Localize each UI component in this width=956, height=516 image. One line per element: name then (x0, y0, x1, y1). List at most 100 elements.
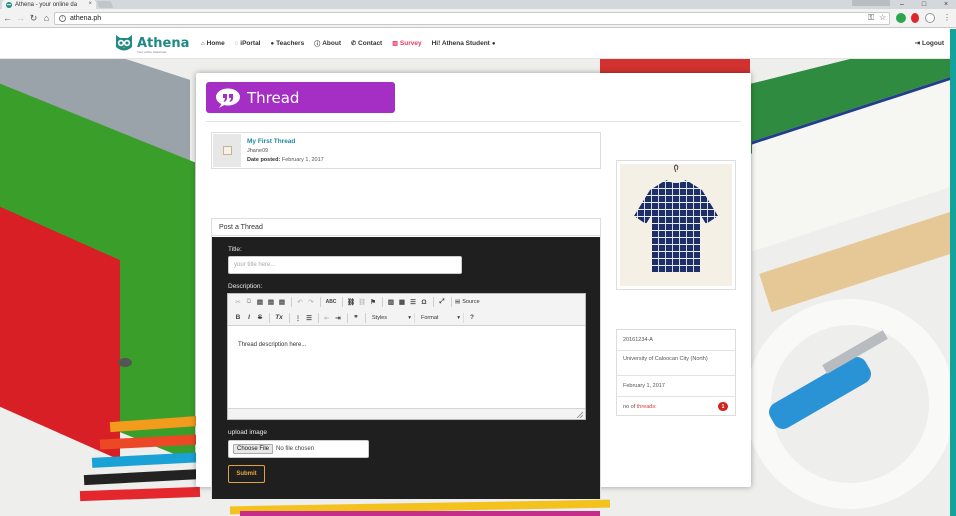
italic-button[interactable]: I (244, 314, 254, 321)
home-icon[interactable]: ⌂ (41, 13, 52, 24)
strike-button[interactable]: S (255, 314, 265, 321)
link-icon[interactable]: ⛓ (346, 298, 356, 306)
outdent-icon[interactable]: ⇤ (322, 314, 332, 322)
paste-word-icon[interactable]: ▤ (277, 298, 287, 306)
special-char-icon[interactable]: Ω (419, 299, 429, 306)
thread-title-link[interactable]: My First Thread (247, 138, 295, 145)
editor-toolbar-row-2: B I S Tx ⋮ ☰ ⇤ ⇥ ❞ Styles ▾ Format ▾ ? (228, 310, 585, 326)
nav-label: Hi! Athena Student (431, 40, 490, 47)
thread-thumbnail (213, 134, 241, 167)
title-input[interactable]: your title here... (228, 256, 462, 274)
post-form: Title: your title here... Description: ✂… (212, 237, 600, 499)
resize-handle-icon[interactable] (576, 411, 584, 419)
anchor-flag-icon[interactable]: ⚑ (368, 298, 378, 306)
new-tab-button[interactable] (96, 1, 114, 8)
editor-toolbar-row-1: ✂ ⧉ ▤ ▤ ▤ ↶ ↷ ABC ⛓ ⛓ ⚑ ▨ ▦ ☰ Ω ⤢ ▤ Sour… (228, 294, 585, 310)
image-icon[interactable]: ▨ (386, 298, 396, 306)
bold-button[interactable]: B (233, 314, 243, 321)
bulleted-list-icon[interactable]: ☰ (304, 314, 314, 322)
panel-heading: Post a Thread (212, 219, 600, 236)
toolbar-separator (291, 297, 292, 307)
student-id: 20161234-A (617, 330, 735, 351)
window-close-button[interactable]: × (936, 0, 956, 9)
site-info-icon[interactable]: i (59, 15, 66, 22)
info-icon: ⓘ (314, 42, 321, 48)
redo-icon[interactable]: ↷ (306, 298, 316, 306)
blockquote-icon[interactable]: ❞ (351, 314, 361, 322)
submit-button[interactable]: Submit (228, 465, 265, 483)
profile-photo-frame (616, 160, 736, 290)
format-label: Format (421, 314, 439, 321)
thread-count-row[interactable]: no of threads: 1 (617, 397, 735, 418)
nav-user-greeting[interactable]: Hi! Athena Student ● (432, 40, 498, 47)
extension-green-icon[interactable] (896, 13, 906, 23)
opera-extension-icon[interactable] (911, 13, 919, 23)
chrome-menu-icon[interactable]: ⋮ (943, 13, 951, 22)
address-bar[interactable]: i athena.ph (54, 12, 890, 25)
cut-icon[interactable]: ✂ (233, 298, 243, 306)
paste-icon[interactable]: ▤ (255, 298, 265, 306)
forward-arrow-icon[interactable]: → (15, 13, 26, 24)
thread-summary: My First Thread Jhane09 Date posted: Feb… (211, 132, 601, 169)
paste-text-icon[interactable]: ▤ (266, 298, 276, 306)
help-button[interactable]: ? (467, 314, 477, 321)
logo-tagline: Your online classmate (137, 50, 167, 54)
athena-logo[interactable]: Athena Your online classmate (113, 32, 189, 54)
window-maximize-button[interactable]: □ (914, 0, 934, 9)
format-dropdown[interactable]: Format ▾ (418, 312, 464, 323)
source-button[interactable]: ▤ Source (455, 299, 480, 305)
school-name: University of Caloocan City (North) (617, 351, 735, 376)
nav-contact[interactable]: ✆ Contact (351, 40, 382, 47)
pencil-magenta (240, 511, 600, 516)
remove-format-button[interactable]: Tx (273, 314, 285, 321)
nav-home[interactable]: ⌂ Home (201, 40, 225, 47)
editor-statusbar (228, 408, 585, 419)
back-arrow-icon[interactable]: ← (2, 13, 13, 24)
chat-icon: ◌ (234, 40, 239, 47)
no-file-text: No file chosen (276, 446, 315, 452)
user-icon: ● (491, 40, 496, 47)
maximize-icon[interactable]: ⤢ (437, 298, 447, 306)
horizontal-line-icon[interactable]: ☰ (408, 298, 418, 306)
browser-tab-title: Athena - your online da (15, 1, 78, 8)
extension-clock-icon[interactable] (925, 13, 935, 23)
description-content[interactable]: Thread description here... (238, 342, 306, 348)
nav-survey[interactable]: ▥ Survey (392, 40, 421, 47)
pencil-black (83, 468, 205, 486)
unlink-icon[interactable]: ⛓ (357, 298, 367, 306)
tab-close-icon[interactable]: × (88, 1, 92, 7)
numbered-list-icon[interactable]: ⋮ (293, 314, 303, 322)
undo-icon[interactable]: ↶ (295, 298, 305, 306)
thread-date: Date posted: February 1, 2017 (247, 157, 324, 163)
toolbar-separator (433, 297, 434, 307)
nav-iportal[interactable]: ◌ iPortal (235, 40, 261, 47)
nav-about[interactable]: ⓘ About (314, 39, 341, 48)
copy-icon[interactable]: ⧉ (244, 298, 254, 306)
page-viewport: Athena Your online classmate ⌂ Home ◌ iPor… (0, 29, 950, 516)
choose-file-button[interactable]: Choose File (233, 444, 274, 454)
page-scrollbar[interactable] (950, 29, 956, 516)
nav-teachers[interactable]: ● Teachers (271, 40, 305, 47)
file-input: Choose File No file chosen (228, 440, 369, 458)
browser-profile-chip[interactable] (852, 0, 890, 6)
home-icon: ⌂ (201, 40, 205, 47)
table-icon[interactable]: ▦ (397, 298, 407, 306)
date-label: Date posted: (247, 157, 281, 163)
styles-dropdown[interactable]: Styles ▾ (369, 312, 415, 323)
reload-icon[interactable]: ↻ (28, 13, 39, 24)
toolbar-separator (347, 312, 348, 323)
site-header: Athena Your online classmate ⌂ Home ◌ iPor… (0, 29, 950, 59)
spellcheck-icon[interactable]: ABC (324, 299, 338, 305)
divider (206, 121, 741, 122)
window-minimize-button[interactable]: – (892, 0, 912, 9)
indent-icon[interactable]: ⇥ (333, 314, 343, 322)
bookmark-star-icon[interactable]: ☆ (879, 13, 886, 22)
browser-tabstrip: Athena - your online da × – □ × (0, 0, 956, 9)
profile-photo (620, 164, 732, 286)
logout-link[interactable]: ⇥ Logout (915, 39, 944, 47)
nav-label: iPortal (240, 40, 261, 47)
key-icon[interactable]: ⚿ (868, 13, 874, 23)
toolbar-separator (382, 297, 383, 307)
browser-tab[interactable]: Athena - your online da × (2, 0, 96, 9)
main-card: Thread My First Thread Jhane09 Date post… (196, 73, 751, 499)
